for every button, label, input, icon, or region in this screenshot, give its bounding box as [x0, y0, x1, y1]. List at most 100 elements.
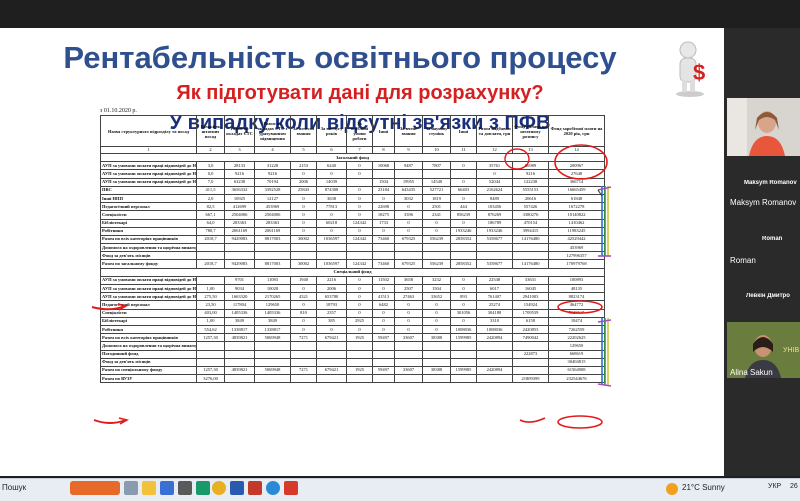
table-cell: 0: [450, 193, 477, 204]
table-cell: 2858352: [450, 234, 477, 245]
table-cell: 780,7: [196, 226, 225, 236]
table-cell: 10: [422, 146, 451, 154]
taskbar-search[interactable]: Пошук: [2, 483, 26, 492]
table-cell: [512, 251, 549, 261]
table-cell: 1008036: [450, 324, 477, 335]
table-cell: 0: [316, 324, 347, 335]
table-cell: 856239: [450, 210, 477, 220]
table-cell: [450, 349, 477, 359]
table-cell: [372, 243, 395, 253]
table-cell: 100893: [548, 275, 605, 286]
table-cell: 3276,00: [196, 374, 225, 384]
table-cell: 1,00: [196, 316, 225, 326]
table-cell: 0: [290, 226, 317, 236]
table-cell: [512, 341, 549, 351]
table-row: Спеціалісти 403,00 1405336 1405336 810 2357 0 0…: [100, 308, 605, 318]
table-cell: 1663320: [224, 292, 255, 302]
table-cell: 117804: [224, 300, 255, 310]
language-indicator[interactable]: УКР: [768, 483, 781, 490]
table-cell: 2170265: [254, 292, 291, 302]
table-cell: 0: [346, 292, 373, 302]
edge-icon[interactable]: [266, 481, 280, 495]
powerpoint-icon[interactable]: [248, 481, 262, 495]
table-cell: 7: [346, 146, 373, 154]
file-explorer-icon[interactable]: [142, 481, 156, 495]
table-cell: 64,0: [196, 218, 225, 228]
taskbar-widget-icon[interactable]: [70, 481, 120, 495]
table-cell: 1257,30: [196, 333, 225, 343]
table-cell: 283363: [224, 218, 255, 228]
chrome-icon[interactable]: [212, 481, 226, 495]
table-cell: [372, 251, 395, 261]
table-cell: 1709539: [512, 308, 549, 318]
table-section-label: Спеціальний фонд: [100, 267, 605, 277]
table-cell: [394, 341, 423, 351]
slide-subtitle: Як підготувати дані для розрахунку?: [176, 82, 544, 104]
task-view-icon[interactable]: [124, 481, 138, 495]
table-cell: 38388: [422, 333, 451, 343]
table-cell: Бібліотекарі: [100, 218, 197, 228]
table-row: АУП за умовами оплати праці відповідей д…: [100, 169, 605, 179]
table-cell: 33631: [512, 275, 549, 286]
table-cell: 3396: [394, 210, 423, 220]
table-cell: 1504: [372, 177, 395, 187]
table-cell: АУП за умовами оплати праці відповідей д…: [100, 177, 197, 187]
table-cell: 557426: [512, 202, 549, 212]
table-cell: [422, 169, 451, 179]
table-cell: 1940: [290, 275, 317, 286]
table-cell: 1036597: [316, 259, 347, 269]
table-cell: 1405336: [224, 308, 255, 318]
table-cell: 3392528: [254, 185, 291, 195]
clock[interactable]: 26: [790, 483, 798, 490]
table-cell: 2941003: [512, 292, 549, 302]
table-cell: 8817003: [254, 234, 291, 245]
svg-text:УНІВ: УНІВ: [783, 347, 799, 354]
table-cell: 9034: [224, 283, 255, 294]
table-row: Разом по ВУЗУ 3276,00 21809399 232544676: [100, 374, 605, 384]
store-icon[interactable]: [160, 481, 174, 495]
table-cell: 1599985: [450, 333, 477, 343]
table-cell: 1036597: [316, 234, 347, 245]
word-icon[interactable]: [230, 481, 244, 495]
table-cell: 8: [372, 146, 395, 154]
table-cell: 412699: [224, 202, 255, 212]
table-cell: 1925: [346, 333, 373, 343]
app-icon[interactable]: [196, 481, 210, 495]
table-cell: 2341: [422, 210, 451, 220]
table-cell: 1257,30: [196, 365, 225, 376]
table-cell: 13: [512, 146, 549, 154]
table-cell: [512, 243, 549, 253]
table-cell: [372, 341, 395, 351]
table-cell: 2,0: [196, 193, 225, 204]
table-cell: 3380276: [512, 210, 549, 220]
table-cell: 14039: [316, 177, 347, 187]
table-cell: [372, 374, 395, 384]
table-cell: 1338817: [224, 324, 255, 335]
weather-text[interactable]: 21°C Sunny: [682, 483, 725, 492]
table-cell: 667,1: [196, 210, 225, 220]
table-cell: 3658: [394, 275, 423, 286]
table-cell: 2925: [346, 316, 373, 326]
table-cell: 129650: [254, 300, 291, 310]
table-cell: 0: [476, 169, 513, 179]
table-cell: [346, 374, 373, 384]
table-cell: [224, 349, 255, 359]
table-cell: 5069948: [254, 365, 291, 376]
table-cell: 5069948: [254, 333, 291, 343]
table-cell: [290, 349, 317, 359]
table-cell: 2504006: [224, 210, 255, 220]
table-cell: 232544676: [548, 374, 605, 384]
mail-icon[interactable]: [178, 481, 192, 495]
table-cell: [394, 349, 423, 359]
table-cell: Робітники: [100, 324, 197, 335]
table-cell: 679421: [316, 365, 347, 376]
table-cell: 5358677: [476, 234, 513, 245]
active-app-icon[interactable]: [284, 481, 298, 495]
table-cell: 23,50: [196, 300, 225, 310]
table-cell: 0: [450, 316, 477, 326]
table-header-cell: Фонд оплати по штатному розпису: [512, 115, 549, 147]
video-tile-speaker[interactable]: [727, 98, 800, 156]
table-cell: 453969: [254, 202, 291, 212]
table-cell: 556239: [422, 259, 451, 269]
slide-title: Рентабельність освітнього процесу: [63, 40, 617, 75]
